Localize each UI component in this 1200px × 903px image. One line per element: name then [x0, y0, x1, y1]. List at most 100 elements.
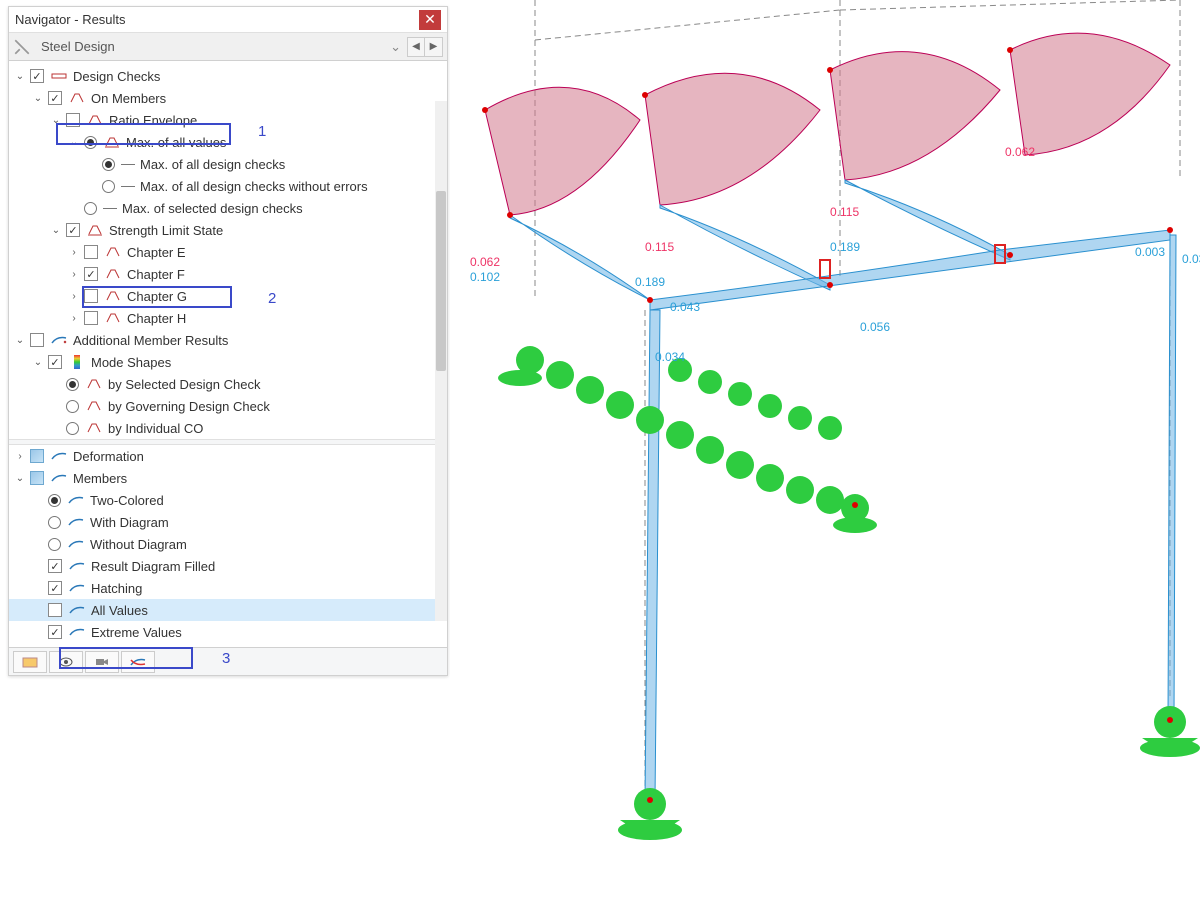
node-label: Max. of all design checks	[138, 157, 285, 172]
node-ratio-envelope[interactable]: ⌄ Ratio Envelope	[9, 109, 447, 131]
checkbox[interactable]	[84, 245, 98, 259]
checkbox[interactable]: ✓	[48, 355, 62, 369]
node-by-selected[interactable]: by Selected Design Check	[9, 373, 447, 395]
radio[interactable]	[84, 202, 97, 215]
node-additional-member-results[interactable]: ⌄ Additional Member Results	[9, 329, 447, 351]
node-chapter-h[interactable]: › Chapter H	[9, 307, 447, 329]
node-label: On Members	[89, 91, 166, 106]
radio[interactable]	[66, 378, 79, 391]
chevron-down-icon: ⌄	[390, 39, 401, 55]
checkbox[interactable]: ✓	[66, 223, 80, 237]
checkbox[interactable]	[30, 449, 44, 463]
node-max-all-values[interactable]: ⌄ Max. of all values	[9, 131, 447, 153]
node-by-governing[interactable]: by Governing Design Check	[9, 395, 447, 417]
expander-icon[interactable]: ›	[67, 245, 81, 259]
node-label: Without Diagram	[88, 537, 187, 552]
node-chapter-g[interactable]: › Chapter G	[9, 285, 447, 307]
result-value-label: 0.115	[830, 205, 859, 219]
expander-icon[interactable]: ›	[67, 311, 81, 325]
result-value-label: 0.062	[470, 255, 500, 269]
expander-icon[interactable]: ›	[13, 449, 27, 463]
node-design-checks[interactable]: ⌄ ✓ Design Checks	[9, 65, 447, 87]
swoosh-icon	[50, 449, 68, 463]
next-module-button[interactable]: ▶	[425, 37, 443, 57]
expander-icon[interactable]: ⌄	[49, 113, 63, 127]
line-icon	[121, 164, 135, 165]
tab-1[interactable]	[13, 651, 47, 673]
node-mode-shapes[interactable]: ⌄ ✓ Mode Shapes	[9, 351, 447, 373]
beam-icon	[104, 311, 122, 325]
expander-icon[interactable]: ›	[67, 289, 81, 303]
checkbox[interactable]	[84, 289, 98, 303]
tree-scrollbar[interactable]	[435, 101, 447, 621]
checkbox[interactable]: ✓	[48, 581, 62, 595]
node-label: Max. of selected design checks	[120, 201, 303, 216]
beam-icon	[85, 421, 103, 435]
node-with-diagram[interactable]: With Diagram	[9, 511, 447, 533]
radio[interactable]	[48, 494, 61, 507]
expander-icon[interactable]: ⌄	[49, 223, 63, 237]
node-label: Max. of all values	[124, 135, 226, 150]
node-extreme-values[interactable]: ✓ Extreme Values	[9, 621, 447, 643]
node-by-individual[interactable]: by Individual CO	[9, 417, 447, 439]
node-label: Design Checks	[71, 69, 160, 84]
results-tree[interactable]: ⌄ ✓ Design Checks ⌄ ✓ On Members ⌄ Ratio…	[9, 61, 447, 647]
result-value-label: 0.115	[645, 240, 674, 254]
close-button[interactable]: ✕	[419, 10, 441, 30]
radio[interactable]	[66, 400, 79, 413]
checkbox[interactable]: ✓	[48, 625, 62, 639]
expander-icon[interactable]: ›	[67, 267, 81, 281]
radio[interactable]	[84, 136, 97, 149]
expander-icon[interactable]: ⌄	[67, 135, 81, 149]
node-label: Deformation	[71, 449, 144, 464]
tab-results[interactable]	[121, 651, 155, 673]
node-label: Ratio Envelope	[107, 113, 197, 128]
node-two-colored[interactable]: Two-Colored	[9, 489, 447, 511]
expander-icon[interactable]: ⌄	[13, 471, 27, 485]
node-chapter-e[interactable]: › Chapter E	[9, 241, 447, 263]
tab-camera[interactable]	[85, 651, 119, 673]
result-value-label: 0.043	[670, 300, 700, 314]
checkbox[interactable]: ✓	[30, 69, 44, 83]
model-viewport[interactable]: 0.0620.1020.1150.1890.0430.0340.1150.189…	[450, 0, 1200, 900]
swoosh-icon	[50, 471, 68, 485]
expander-icon[interactable]: ⌄	[31, 91, 45, 105]
expander-icon[interactable]: ⌄	[13, 333, 27, 347]
expander-icon[interactable]: ⌄	[13, 69, 27, 83]
node-max-selected[interactable]: Max. of selected design checks	[9, 197, 447, 219]
radio[interactable]	[48, 538, 61, 551]
line-icon	[103, 208, 117, 209]
radio[interactable]	[66, 422, 79, 435]
node-label: Hatching	[89, 581, 142, 596]
node-label: by Selected Design Check	[106, 377, 260, 392]
node-deformation[interactable]: › Deformation	[9, 445, 447, 467]
checkbox[interactable]	[84, 311, 98, 325]
node-chapter-f[interactable]: › ✓ Chapter F	[9, 263, 447, 285]
checkbox[interactable]	[30, 471, 44, 485]
expander-icon[interactable]: ⌄	[31, 355, 45, 369]
checkbox[interactable]	[48, 603, 62, 617]
tab-views[interactable]	[49, 651, 83, 673]
node-on-members[interactable]: ⌄ ✓ On Members	[9, 87, 447, 109]
node-all-values[interactable]: All Values	[9, 599, 447, 621]
module-dropdown[interactable]: Steel Design ⌄	[35, 39, 407, 55]
checkbox[interactable]: ✓	[84, 267, 98, 281]
checkbox[interactable]	[30, 333, 44, 347]
result-value-label: 0.189	[635, 275, 665, 289]
checkbox[interactable]	[66, 113, 80, 127]
node-max-all-design-noerr[interactable]: Max. of all design checks without errors	[9, 175, 447, 197]
radio[interactable]	[102, 180, 115, 193]
node-hatching[interactable]: ✓ Hatching	[9, 577, 447, 599]
node-members[interactable]: ⌄ Members	[9, 467, 447, 489]
node-without-diagram[interactable]: Without Diagram	[9, 533, 447, 555]
radio[interactable]	[102, 158, 115, 171]
node-label: With Diagram	[88, 515, 169, 530]
checkbox[interactable]: ✓	[48, 559, 62, 573]
radio[interactable]	[48, 516, 61, 529]
node-strength-limit[interactable]: ⌄ ✓ Strength Limit State	[9, 219, 447, 241]
checkbox[interactable]: ✓	[48, 91, 62, 105]
node-max-all-design[interactable]: Max. of all design checks	[9, 153, 447, 175]
node-label: Result Diagram Filled	[89, 559, 215, 574]
prev-module-button[interactable]: ◀	[407, 37, 425, 57]
node-result-diagram-filled[interactable]: ✓ Result Diagram Filled	[9, 555, 447, 577]
